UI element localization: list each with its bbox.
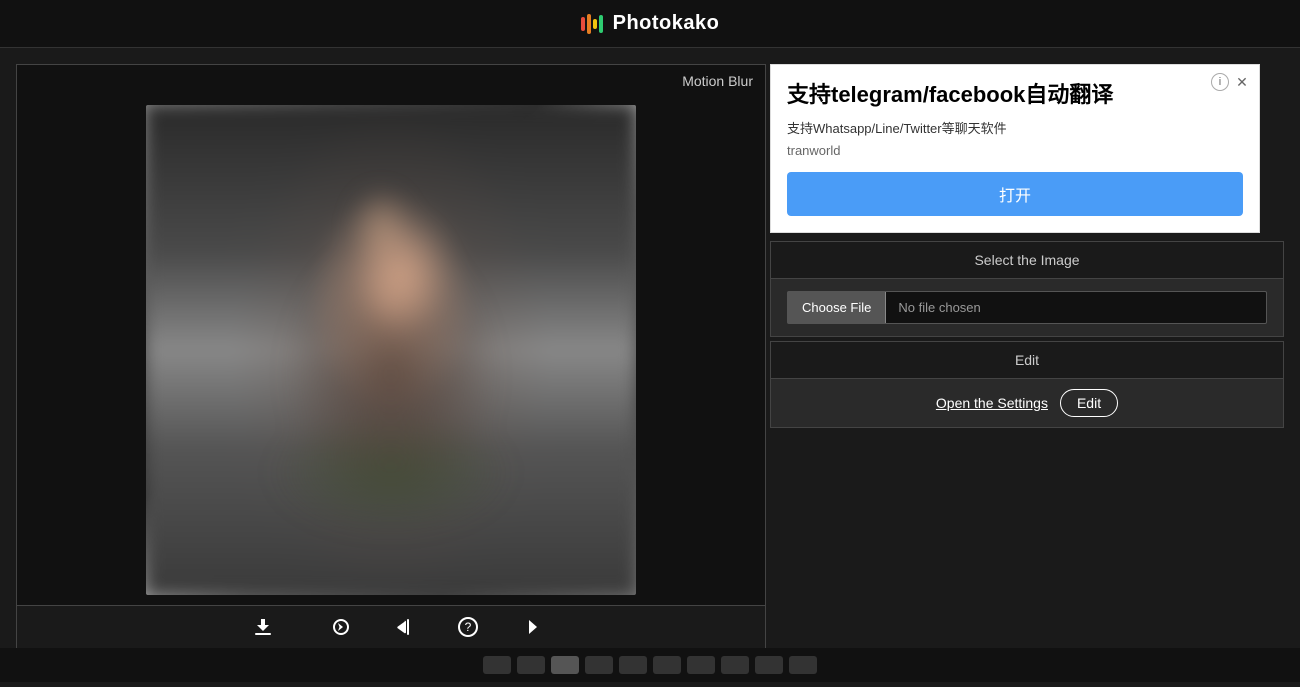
open-settings-button[interactable]: Open the Settings [936,395,1048,411]
preview-image [146,105,636,595]
ad-brand: tranworld [787,143,1243,158]
logo-bar-1 [581,17,585,31]
select-section-body: Choose File No file chosen [771,279,1283,336]
edit-section-body: Open the Settings Edit [771,379,1283,427]
page-dot-10[interactable] [789,656,817,674]
page-dot-7[interactable] [687,656,715,674]
edit-button[interactable]: Edit [1060,389,1118,417]
logo-bar-2 [587,14,591,34]
right-panel: i ✕ 支持telegram/facebook自动翻译 支持Whatsapp/L… [766,64,1284,428]
ad-title: 支持telegram/facebook自动翻译 [787,81,1243,110]
left-panel: Motion Blur Download [16,64,766,671]
select-section-header: Select the Image [771,242,1283,279]
page-dot-4[interactable] [585,656,613,674]
page-dot-8[interactable] [721,656,749,674]
random-icon: ? [456,615,480,643]
pagination-bar [0,648,1300,682]
ad-box: i ✕ 支持telegram/facebook自动翻译 支持Whatsapp/L… [770,64,1260,233]
download-icon [251,615,275,643]
page-dot-1[interactable] [483,656,511,674]
image-area [17,65,765,605]
ad-open-button[interactable]: 打开 [787,172,1243,216]
logo-bar-4 [599,15,603,33]
logo-bar-3 [593,19,597,29]
last-icon [391,615,415,643]
panel-title: Motion Blur [682,73,753,89]
ad-controls: i ✕ [1211,73,1251,91]
app-logo [581,14,603,34]
original-icon [329,615,353,643]
no-file-text: No file chosen [886,292,992,323]
file-input-wrapper: Choose File No file chosen [787,291,1267,324]
page-dot-6[interactable] [653,656,681,674]
edit-section: Edit Open the Settings Edit [770,341,1284,428]
page-dot-3[interactable] [551,656,579,674]
ad-subtitle: 支持Whatsapp/Line/Twitter等聊天软件 [787,118,1243,137]
ad-info-button[interactable]: i [1211,73,1229,91]
next-icon [521,615,545,643]
svg-text:?: ? [465,620,472,634]
page-dot-9[interactable] [755,656,783,674]
page-dot-5[interactable] [619,656,647,674]
select-image-section: Select the Image Choose File No file cho… [770,241,1284,337]
main-container: Motion Blur Download [0,48,1300,687]
ad-close-button[interactable]: ✕ [1233,73,1251,91]
app-header: Photokako [0,0,1300,48]
page-dot-2[interactable] [517,656,545,674]
edit-section-header: Edit [771,342,1283,379]
app-title: Photokako [613,12,720,35]
choose-file-button[interactable]: Choose File [788,292,886,323]
